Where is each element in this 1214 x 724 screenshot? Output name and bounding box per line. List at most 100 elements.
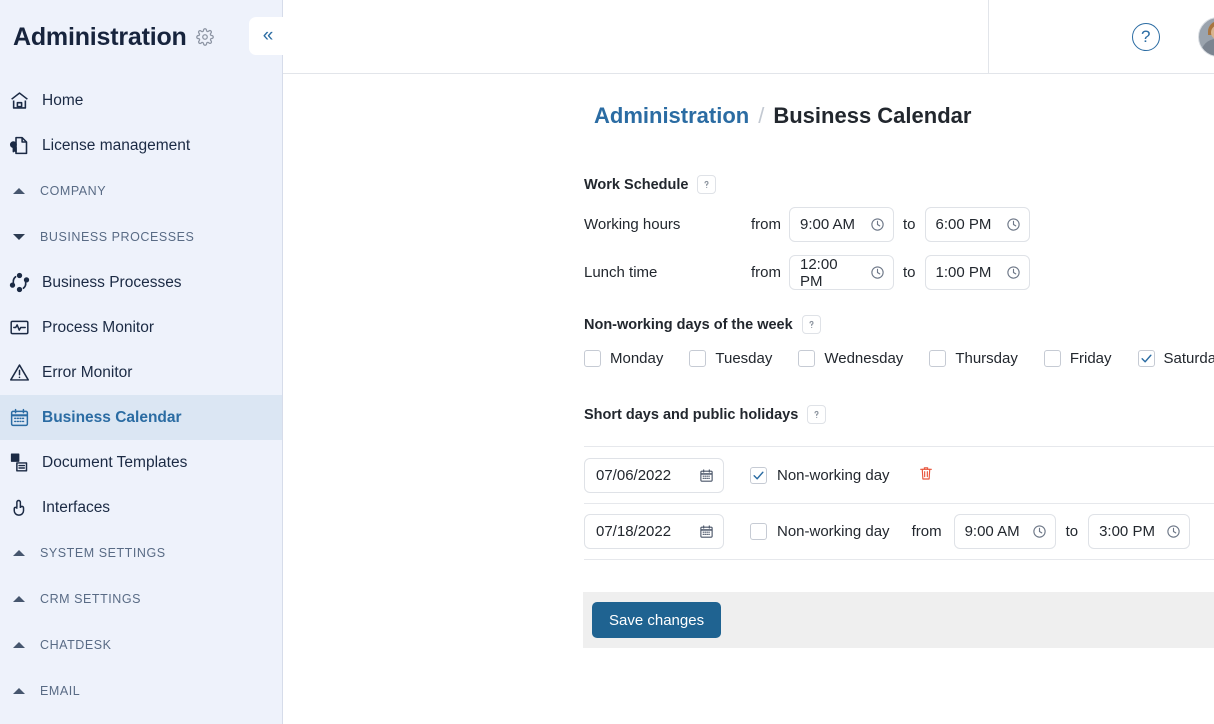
warning-triangle-icon: [9, 362, 30, 383]
footer-bar-wrap: Save changes: [283, 592, 1214, 648]
sidebar-nav: Home License management COMPANY BUSINESS…: [0, 74, 282, 714]
sidebar-group-label: BUSINESS PROCESSES: [40, 230, 195, 244]
sidebar-group-chatdesk[interactable]: CHATDESK: [0, 622, 282, 668]
sidebar-item-license-management[interactable]: License management: [0, 123, 282, 168]
sidebar-group-email[interactable]: EMAIL: [0, 668, 282, 714]
clock-icon: [1006, 218, 1020, 231]
day-label: Saturday: [1163, 350, 1214, 367]
day-checkbox-thursday[interactable]: Thursday: [929, 350, 1018, 367]
check-icon: [1140, 354, 1152, 363]
exception-delete-button[interactable]: [918, 464, 934, 486]
sidebar-item-label: Business Calendar: [42, 408, 182, 426]
lunch-time-from-value: 12:00 PM: [800, 255, 838, 290]
sidebar-collapse-button[interactable]: «: [249, 17, 287, 55]
working-hours-to-label: to: [903, 216, 916, 233]
sidebar-item-label: Error Monitor: [42, 363, 133, 381]
triangle-up-icon: [10, 188, 27, 194]
non-working-days-title: Non-working days of the week: [584, 316, 793, 333]
clock-icon: [1032, 525, 1046, 538]
sidebar-item-business-calendar[interactable]: Business Calendar: [0, 395, 282, 440]
sidebar-item-business-processes[interactable]: Business Processes: [0, 260, 282, 305]
working-hours-to-value: 6:00 PM: [935, 216, 992, 233]
sidebar-header: Administration: [0, 0, 282, 74]
save-button[interactable]: Save changes: [592, 602, 722, 638]
clock-icon: [871, 218, 884, 231]
exception-to-value: 3:00 PM: [1099, 523, 1155, 540]
exception-date-value: 07/06/2022: [596, 466, 672, 484]
working-hours-row: Working hours from 9:00 AM to 6:00 PM: [584, 207, 1214, 242]
day-label: Tuesday: [715, 350, 773, 367]
main-area: ? Helen J ▾ Foiyard Corp. Administration: [283, 0, 1214, 724]
table-row: 07/18/2022 Non-working day from 9:00 AM …: [584, 503, 1214, 560]
topbar-divider: [988, 0, 989, 74]
sidebar-item-interfaces[interactable]: Interfaces: [0, 485, 282, 530]
exception-to-input[interactable]: 3:00 PM: [1088, 514, 1191, 549]
day-checkbox-friday[interactable]: Friday: [1043, 350, 1112, 367]
lunch-time-to-label: to: [903, 264, 916, 281]
short-days-title: Short days and public holidays: [584, 406, 799, 423]
sidebar-group-label: CRM SETTINGS: [40, 592, 142, 606]
working-hours-from-input[interactable]: 9:00 AM: [789, 207, 894, 242]
day-label: Wednesday: [824, 350, 904, 367]
monitor-pulse-icon: [9, 317, 30, 338]
app-root: Administration Home License management C…: [0, 0, 1214, 724]
exceptions-table: 07/06/2022 Non-working day 07/18/2022 No…: [584, 446, 1214, 560]
exception-date-input[interactable]: 07/18/2022: [584, 514, 724, 549]
home-icon: [9, 90, 30, 111]
sidebar-group-company[interactable]: COMPANY: [0, 168, 282, 214]
calendar-icon: [700, 468, 713, 482]
page-title: Business Calendar: [773, 103, 972, 128]
exception-non-working-checkbox[interactable]: Non-working day: [750, 466, 890, 484]
sidebar-item-error-monitor[interactable]: Error Monitor: [0, 350, 282, 395]
day-checkbox-monday[interactable]: Monday: [584, 350, 663, 367]
short-days-section: Short days and public holidays + Excepti…: [283, 397, 1214, 560]
work-schedule-section: Work Schedule Working hours from 9:00 AM: [283, 175, 1214, 290]
day-checkbox-tuesday[interactable]: Tuesday: [689, 350, 772, 367]
checkbox-box: [689, 350, 707, 367]
check-icon: [753, 471, 764, 479]
day-label: Thursday: [955, 350, 1018, 367]
sidebar-item-label: Document Templates: [42, 453, 188, 471]
sidebar-group-label: EMAIL: [40, 684, 81, 698]
lunch-time-from-input[interactable]: 12:00 PM: [789, 255, 894, 290]
help-button[interactable]: ?: [1131, 22, 1160, 51]
sidebar-item-label: License management: [42, 136, 191, 154]
breadcrumb: Administration / Business Calendar: [283, 74, 1214, 129]
sidebar-item-label: Interfaces: [42, 498, 111, 516]
user-menu[interactable]: Helen J ▾ Foiyard Corp.: [1197, 16, 1214, 57]
working-hours-from-value: 9:00 AM: [800, 216, 856, 233]
work-schedule-hint-button[interactable]: [697, 175, 717, 194]
working-hours-to-input[interactable]: 6:00 PM: [924, 207, 1030, 242]
documents-icon: [9, 452, 30, 473]
exception-date-input[interactable]: 07/06/2022: [584, 457, 724, 493]
day-label: Friday: [1069, 350, 1112, 367]
lunch-time-to-input[interactable]: 1:00 PM: [924, 255, 1030, 290]
non-working-days-section: Non-working days of the week Monday Tues…: [283, 315, 1214, 367]
exception-from-input[interactable]: 9:00 AM: [953, 514, 1056, 549]
breadcrumb-parent-link[interactable]: Administration: [594, 103, 749, 129]
short-days-hint-button[interactable]: [807, 405, 827, 424]
exception-date-value: 07/18/2022: [596, 523, 672, 540]
non-working-days-hint-button[interactable]: [801, 315, 821, 334]
sidebar-item-document-templates[interactable]: Document Templates: [0, 440, 282, 485]
sidebar-group-business-processes[interactable]: BUSINESS PROCESSES: [0, 214, 282, 260]
checkbox-box: [929, 350, 947, 367]
sidebar-group-label: COMPANY: [40, 184, 107, 198]
exception-non-working-checkbox[interactable]: Non-working day: [750, 523, 890, 540]
sidebar-group-crm-settings[interactable]: CRM SETTINGS: [0, 576, 282, 622]
triangle-up-icon: [10, 550, 27, 556]
exception-non-working-label: Non-working day: [777, 523, 890, 540]
checkbox-box: [750, 523, 767, 540]
sidebar-item-home[interactable]: Home: [0, 78, 282, 123]
checkbox-box: [798, 350, 816, 367]
day-checkbox-wednesday[interactable]: Wednesday: [798, 350, 903, 367]
short-days-title-row: Short days and public holidays: [584, 405, 827, 424]
question-mark-icon: [704, 180, 709, 189]
day-checkbox-saturday[interactable]: Saturday: [1137, 350, 1214, 367]
lunch-time-from-label: from: [751, 264, 781, 281]
working-hours-label: Working hours: [584, 216, 681, 233]
sidebar-group-system-settings[interactable]: SYSTEM SETTINGS: [0, 530, 282, 576]
gear-icon[interactable]: [195, 28, 214, 46]
table-row: 07/06/2022 Non-working day: [584, 446, 1214, 503]
sidebar-item-process-monitor[interactable]: Process Monitor: [0, 305, 282, 350]
